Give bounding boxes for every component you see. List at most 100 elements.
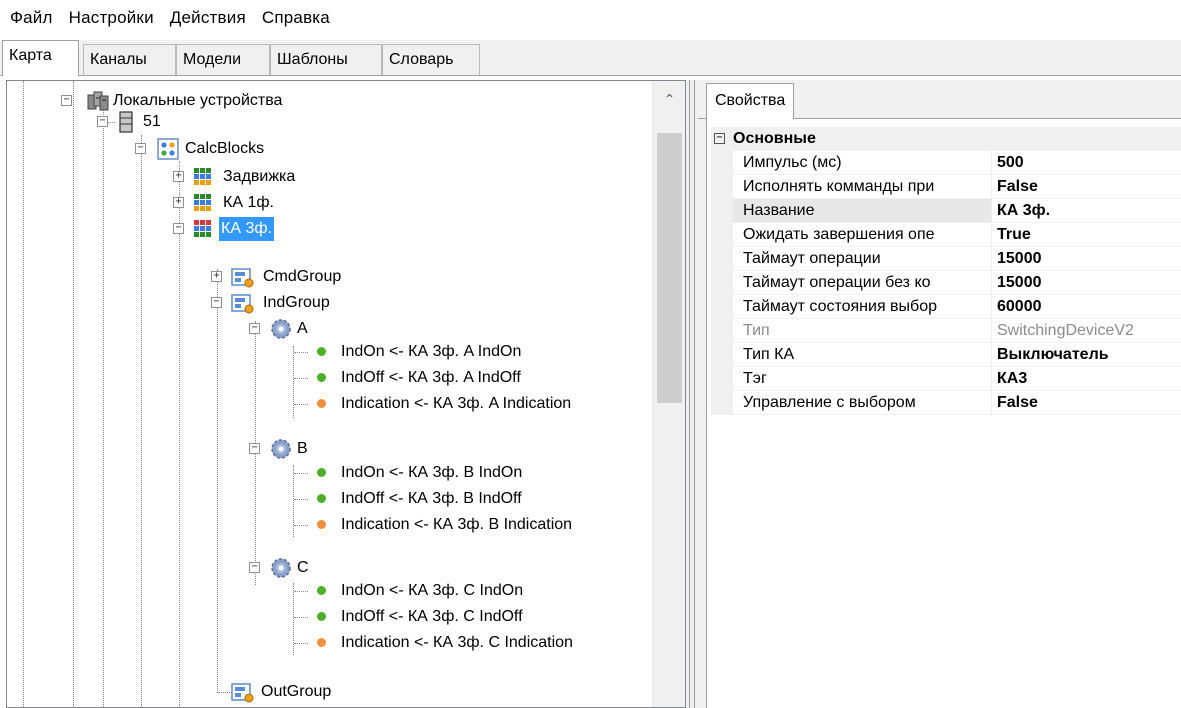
collapse-icon[interactable]: − <box>211 297 222 308</box>
tab-properties[interactable]: Свойства <box>706 83 795 119</box>
tab-models[interactable]: Модели <box>176 44 270 75</box>
collapse-icon[interactable]: − <box>173 223 184 234</box>
tree-label: Indication <- КА 3ф. A Indication <box>341 395 572 412</box>
property-name: Ожидать завершения опе <box>733 223 991 246</box>
property-row[interactable]: Импульс (мс) 500 <box>711 151 1181 175</box>
menu-settings[interactable]: Настройки <box>63 0 164 36</box>
panel-splitter[interactable] <box>686 80 698 708</box>
property-name: Тип КА <box>733 343 991 366</box>
tree-guide <box>141 135 142 707</box>
tree-connector <box>294 473 308 474</box>
menu-file[interactable]: Файл <box>4 0 63 36</box>
block-icon <box>194 220 211 237</box>
collapse-icon[interactable]: − <box>135 143 146 154</box>
property-value[interactable]: 15000 <box>992 247 1181 270</box>
group-icon <box>231 683 254 703</box>
property-row[interactable]: Исполнять комманды при False <box>711 175 1181 199</box>
tab-map[interactable]: Карта <box>2 40 79 76</box>
menu-actions[interactable]: Действия <box>164 0 256 36</box>
status-ok-icon <box>317 373 326 382</box>
row-gutter <box>711 247 733 271</box>
tree-guide <box>73 81 74 707</box>
menu-help[interactable]: Справка <box>256 0 340 36</box>
property-value[interactable]: 15000 <box>992 271 1181 294</box>
tree-connector <box>294 617 308 618</box>
tree-connector <box>294 378 308 379</box>
property-row[interactable]: Тип КА Выключатель <box>711 343 1181 367</box>
status-warn-icon <box>317 638 326 647</box>
tree-label: CalcBlocks <box>185 140 265 157</box>
property-value[interactable]: 60000 <box>992 295 1181 318</box>
property-row[interactable]: Ожидать завершения опе True <box>711 223 1181 247</box>
status-ok-icon <box>317 586 326 595</box>
property-value[interactable]: 500 <box>992 151 1181 174</box>
row-gutter <box>711 367 733 391</box>
collapse-icon[interactable]: − <box>249 443 260 454</box>
status-warn-icon <box>317 399 326 408</box>
property-name: Название <box>733 199 991 222</box>
tree-scrollbar[interactable]: ⌃ <box>652 81 685 707</box>
expand-icon[interactable]: + <box>211 271 222 282</box>
block-icon <box>194 194 211 211</box>
status-ok-icon <box>317 347 326 356</box>
row-gutter <box>711 271 733 295</box>
category-label: Основные <box>733 130 816 147</box>
property-value[interactable]: Выключатель <box>992 343 1181 366</box>
collapse-icon[interactable]: − <box>714 133 725 144</box>
property-row[interactable]: Тэг КА3 <box>711 367 1181 391</box>
property-value[interactable]: SwitchingDeviceV2 <box>992 319 1181 342</box>
status-ok-icon <box>317 468 326 477</box>
expand-icon[interactable]: + <box>173 197 184 208</box>
calcblocks-icon <box>157 138 179 160</box>
expand-icon[interactable]: + <box>173 171 184 182</box>
property-value[interactable]: КА 3ф. <box>992 199 1181 222</box>
property-value[interactable]: False <box>992 175 1181 198</box>
collapse-icon[interactable]: − <box>249 562 260 573</box>
property-name: Тип <box>733 319 991 342</box>
tree-label: B <box>297 440 308 457</box>
property-grid-area: − Основные Импульс (мс) 500 Исполнять комм… <box>706 119 1181 708</box>
property-category[interactable]: − Основные <box>711 127 1181 151</box>
property-row[interactable]: Таймаут операции без ко 15000 <box>711 271 1181 295</box>
tree-label: IndOff <- КА 3ф. A IndOff <box>341 369 521 386</box>
property-value[interactable]: True <box>992 223 1181 246</box>
tree-label: IndOff <- КА 3ф. B IndOff <box>341 490 522 507</box>
tree-guide <box>103 107 104 707</box>
property-name: Импульс (мс) <box>733 151 991 174</box>
tree-label: Задвижка <box>223 168 296 185</box>
collapse-icon[interactable]: − <box>61 95 72 106</box>
tree-label: IndOn <- КА 3ф. C IndOn <box>341 582 524 599</box>
tab-templates[interactable]: Шаблоны <box>270 44 382 75</box>
property-name: Таймаут операции без ко <box>733 271 991 294</box>
collapse-icon[interactable]: − <box>97 116 108 127</box>
property-row[interactable]: Таймаут операции 15000 <box>711 247 1181 271</box>
property-row[interactable]: Управление с выбором False <box>711 391 1181 415</box>
tree-label: Локальные устройства <box>113 92 283 109</box>
tree-label: КА 1ф. <box>223 194 274 211</box>
tree-connector <box>218 692 232 693</box>
device-tree: − Локальные устройства − 51 − CalcBlocks… <box>7 81 653 707</box>
row-gutter <box>711 151 733 175</box>
tree-label: IndOn <- КА 3ф. B IndOn <box>341 464 523 481</box>
row-gutter <box>711 391 733 415</box>
tab-channels[interactable]: Каналы <box>83 44 176 75</box>
tree-guide <box>293 583 294 655</box>
row-gutter <box>711 175 733 199</box>
tree-label: Indication <- КА 3ф. C Indication <box>341 634 573 651</box>
property-value[interactable]: False <box>992 391 1181 414</box>
property-row[interactable]: Таймаут состояния выбор 60000 <box>711 295 1181 319</box>
property-name: Исполнять комманды при <box>733 175 991 198</box>
scroll-up-icon[interactable]: ⌃ <box>653 81 685 117</box>
properties-panel: Свойства − Основные Импульс (мс) 500 Испол… <box>698 80 1181 708</box>
tree-connector <box>294 352 308 353</box>
property-value[interactable]: КА3 <box>992 367 1181 390</box>
group-icon <box>231 268 254 288</box>
tabstrip-border <box>0 75 1181 76</box>
scroll-thumb[interactable] <box>657 133 682 403</box>
device-tree-panel: − Локальные устройства − 51 − CalcBlocks… <box>6 80 686 708</box>
tree-label: C <box>297 559 309 576</box>
property-row[interactable]: Название КА 3ф. <box>711 199 1181 223</box>
collapse-icon[interactable]: − <box>249 323 260 334</box>
tab-dictionary[interactable]: Словарь <box>382 44 480 75</box>
property-row[interactable]: Тип SwitchingDeviceV2 <box>711 319 1181 343</box>
